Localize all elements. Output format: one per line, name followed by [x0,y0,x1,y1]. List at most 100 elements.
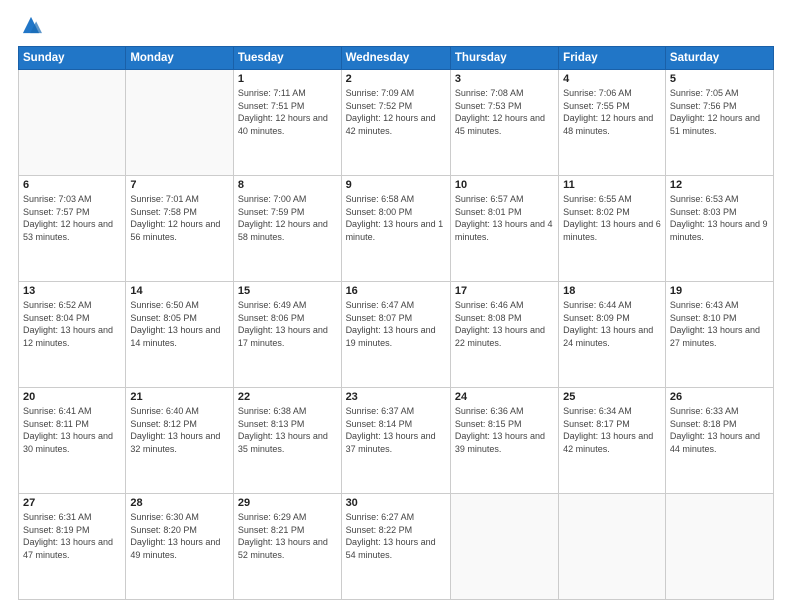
day-info: Sunrise: 7:00 AM Sunset: 7:59 PM Dayligh… [238,193,337,243]
calendar-cell: 10 Sunrise: 6:57 AM Sunset: 8:01 PM Dayli… [450,176,558,282]
day-number: 7 [130,179,229,191]
day-info: Sunrise: 6:41 AM Sunset: 8:11 PM Dayligh… [23,405,121,455]
day-number: 6 [23,179,121,191]
day-number: 18 [563,285,661,297]
day-info: Sunrise: 6:29 AM Sunset: 8:21 PM Dayligh… [238,511,337,561]
calendar-cell: 30Sunrise: 6:27 AM Sunset: 8:22 PM Dayli… [341,494,450,600]
header-day-wednesday: Wednesday [341,47,450,70]
calendar-cell [19,70,126,176]
day-info: Sunrise: 7:06 AM Sunset: 7:55 PM Dayligh… [563,87,661,137]
logo [18,18,42,36]
header-day-friday: Friday [559,47,666,70]
day-info: Sunrise: 6:43 AM Sunset: 8:10 PM Dayligh… [670,299,769,349]
day-number: 17 [455,285,554,297]
day-number: 21 [130,391,229,403]
calendar-cell: 13Sunrise: 6:52 AM Sunset: 8:04 PM Dayli… [19,282,126,388]
day-info: Sunrise: 6:53 AM Sunset: 8:03 PM Dayligh… [670,193,769,243]
day-number: 25 [563,391,661,403]
day-number: 20 [23,391,121,403]
day-info: Sunrise: 7:01 AM Sunset: 7:58 PM Dayligh… [130,193,229,243]
calendar-cell [126,70,234,176]
day-number: 1 [238,73,337,85]
day-number: 5 [670,73,769,85]
calendar-cell: 27 Sunrise: 6:31 AM Sunset: 8:19 PM Dayli… [19,494,126,600]
calendar-cell: 17Sunrise: 6:46 AM Sunset: 8:08 PM Dayli… [450,282,558,388]
page-header [18,18,774,36]
calendar-cell [559,494,666,600]
logo-icon [20,14,42,36]
calendar-cell: 26 Sunrise: 6:33 AM Sunset: 8:18 PM Dayli… [665,388,773,494]
calendar-cell: 24 Sunrise: 6:36 AM Sunset: 8:15 PM Dayli… [450,388,558,494]
calendar-week-4: 20 Sunrise: 6:41 AM Sunset: 8:11 PM Dayli… [19,388,774,494]
calendar-cell: 20 Sunrise: 6:41 AM Sunset: 8:11 PM Dayli… [19,388,126,494]
day-number: 27 [23,497,121,509]
day-info: Sunrise: 7:08 AM Sunset: 7:53 PM Dayligh… [455,87,554,137]
day-info: Sunrise: 6:57 AM Sunset: 8:01 PM Dayligh… [455,193,554,243]
day-number: 11 [563,179,661,191]
day-number: 16 [346,285,446,297]
calendar-cell: 5 Sunrise: 7:05 AM Sunset: 7:56 PM Daylig… [665,70,773,176]
calendar-cell: 14 Sunrise: 6:50 AM Sunset: 8:05 PM Dayli… [126,282,234,388]
day-info: Sunrise: 6:44 AM Sunset: 8:09 PM Dayligh… [563,299,661,349]
day-number: 28 [130,497,229,509]
day-info: Sunrise: 6:31 AM Sunset: 8:19 PM Dayligh… [23,511,121,561]
calendar-cell: 11Sunrise: 6:55 AM Sunset: 8:02 PM Dayli… [559,176,666,282]
calendar-cell: 23Sunrise: 6:37 AM Sunset: 8:14 PM Dayli… [341,388,450,494]
day-info: Sunrise: 7:11 AM Sunset: 7:51 PM Dayligh… [238,87,337,137]
day-number: 29 [238,497,337,509]
calendar-cell: 4 Sunrise: 7:06 AM Sunset: 7:55 PM Daylig… [559,70,666,176]
calendar-cell: 16Sunrise: 6:47 AM Sunset: 8:07 PM Dayli… [341,282,450,388]
day-number: 8 [238,179,337,191]
day-info: Sunrise: 7:03 AM Sunset: 7:57 PM Dayligh… [23,193,121,243]
day-info: Sunrise: 6:33 AM Sunset: 8:18 PM Dayligh… [670,405,769,455]
calendar-cell: 22 Sunrise: 6:38 AM Sunset: 8:13 PM Dayli… [233,388,341,494]
calendar-cell [665,494,773,600]
day-number: 4 [563,73,661,85]
header-day-sunday: Sunday [19,47,126,70]
day-info: Sunrise: 7:05 AM Sunset: 7:56 PM Dayligh… [670,87,769,137]
calendar-body: 1 Sunrise: 7:11 AM Sunset: 7:51 PM Daylig… [19,70,774,600]
calendar-cell: 3Sunrise: 7:08 AM Sunset: 7:53 PM Daylig… [450,70,558,176]
calendar-cell [450,494,558,600]
calendar-cell: 12 Sunrise: 6:53 AM Sunset: 8:03 PM Dayli… [665,176,773,282]
calendar-table: SundayMondayTuesdayWednesdayThursdayFrid… [18,46,774,600]
calendar-cell: 7 Sunrise: 7:01 AM Sunset: 7:58 PM Daylig… [126,176,234,282]
calendar-cell: 8 Sunrise: 7:00 AM Sunset: 7:59 PM Daylig… [233,176,341,282]
day-info: Sunrise: 6:50 AM Sunset: 8:05 PM Dayligh… [130,299,229,349]
day-number: 10 [455,179,554,191]
day-number: 22 [238,391,337,403]
calendar-cell: 9Sunrise: 6:58 AM Sunset: 8:00 PM Daylig… [341,176,450,282]
calendar-cell: 28 Sunrise: 6:30 AM Sunset: 8:20 PM Dayli… [126,494,234,600]
day-number: 14 [130,285,229,297]
day-info: Sunrise: 7:09 AM Sunset: 7:52 PM Dayligh… [346,87,446,137]
calendar-cell: 18 Sunrise: 6:44 AM Sunset: 8:09 PM Dayli… [559,282,666,388]
day-info: Sunrise: 6:36 AM Sunset: 8:15 PM Dayligh… [455,405,554,455]
day-number: 19 [670,285,769,297]
calendar-cell: 6 Sunrise: 7:03 AM Sunset: 7:57 PM Daylig… [19,176,126,282]
header-day-monday: Monday [126,47,234,70]
calendar-week-5: 27 Sunrise: 6:31 AM Sunset: 8:19 PM Dayli… [19,494,774,600]
day-number: 24 [455,391,554,403]
header-day-tuesday: Tuesday [233,47,341,70]
calendar-cell: 29 Sunrise: 6:29 AM Sunset: 8:21 PM Dayli… [233,494,341,600]
day-number: 26 [670,391,769,403]
day-number: 15 [238,285,337,297]
calendar-header-row: SundayMondayTuesdayWednesdayThursdayFrid… [19,47,774,70]
day-number: 9 [346,179,446,191]
day-number: 12 [670,179,769,191]
day-info: Sunrise: 6:30 AM Sunset: 8:20 PM Dayligh… [130,511,229,561]
header-day-thursday: Thursday [450,47,558,70]
header-day-saturday: Saturday [665,47,773,70]
day-info: Sunrise: 6:34 AM Sunset: 8:17 PM Dayligh… [563,405,661,455]
calendar-week-2: 6 Sunrise: 7:03 AM Sunset: 7:57 PM Daylig… [19,176,774,282]
calendar-cell: 1 Sunrise: 7:11 AM Sunset: 7:51 PM Daylig… [233,70,341,176]
calendar-cell: 19 Sunrise: 6:43 AM Sunset: 8:10 PM Dayli… [665,282,773,388]
calendar-week-1: 1 Sunrise: 7:11 AM Sunset: 7:51 PM Daylig… [19,70,774,176]
calendar-cell: 25 Sunrise: 6:34 AM Sunset: 8:17 PM Dayli… [559,388,666,494]
calendar-cell: 21Sunrise: 6:40 AM Sunset: 8:12 PM Dayli… [126,388,234,494]
calendar-week-3: 13Sunrise: 6:52 AM Sunset: 8:04 PM Dayli… [19,282,774,388]
day-info: Sunrise: 6:38 AM Sunset: 8:13 PM Dayligh… [238,405,337,455]
day-info: Sunrise: 6:49 AM Sunset: 8:06 PM Dayligh… [238,299,337,349]
day-number: 23 [346,391,446,403]
day-info: Sunrise: 6:27 AM Sunset: 8:22 PM Dayligh… [346,511,446,561]
